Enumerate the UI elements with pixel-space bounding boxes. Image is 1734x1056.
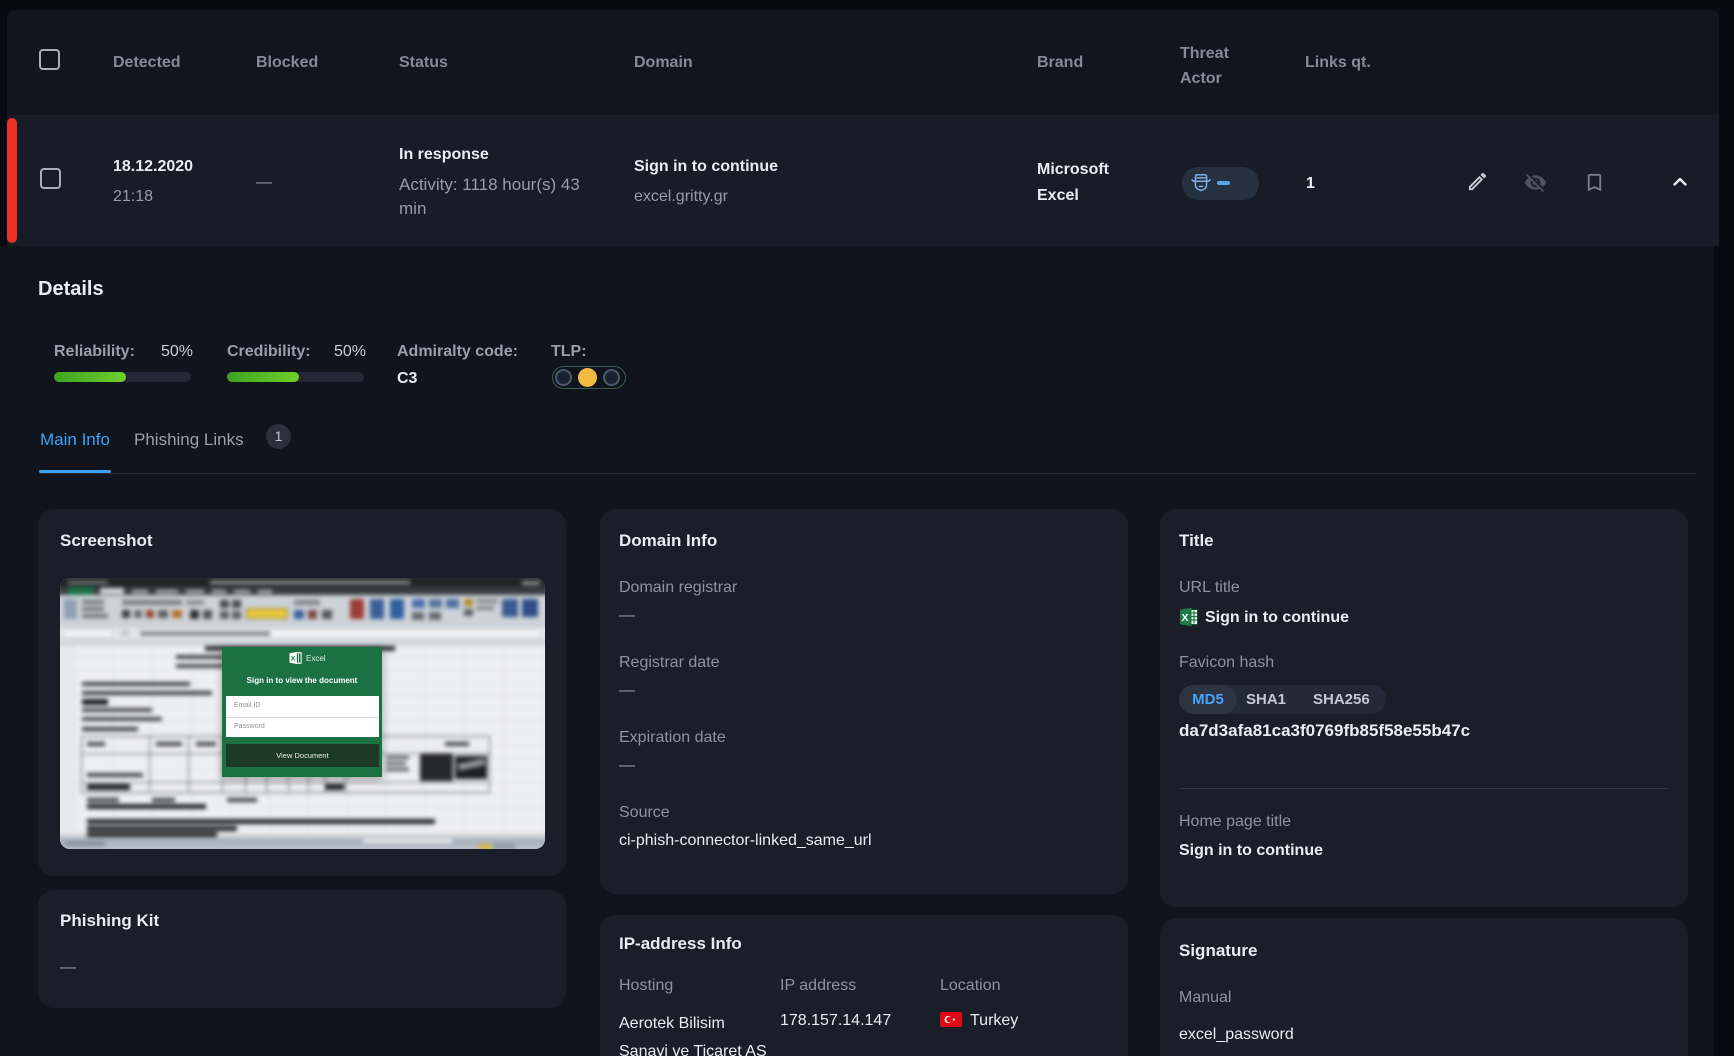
svg-text:X: X bbox=[1181, 612, 1188, 624]
svg-text:X: X bbox=[291, 656, 296, 663]
